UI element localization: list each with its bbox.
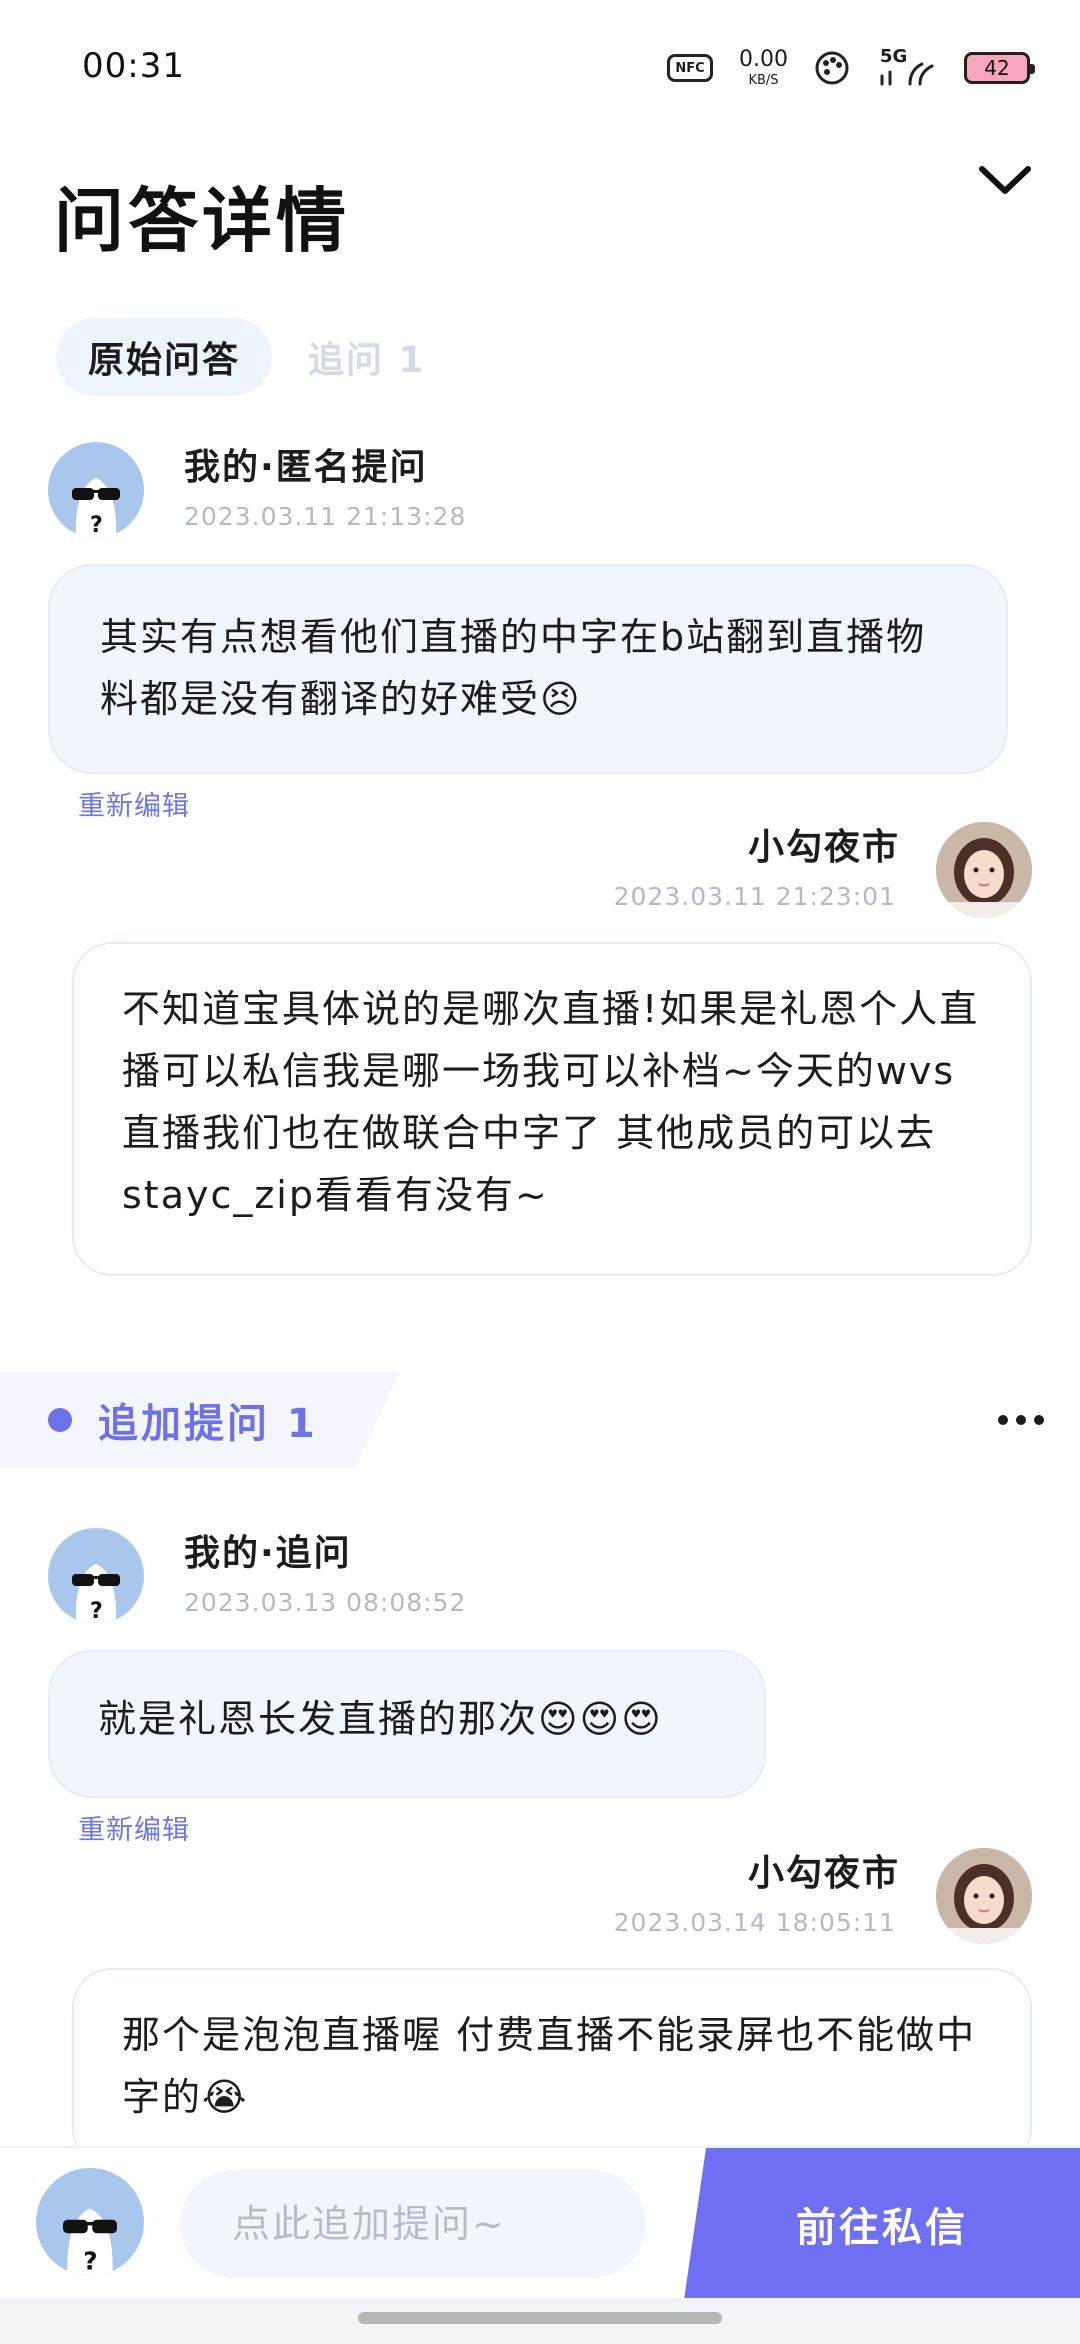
user-photo-icon bbox=[936, 822, 1032, 918]
more-dots-icon bbox=[1016, 1415, 1026, 1425]
my-avatar[interactable]: ? bbox=[36, 2168, 144, 2276]
followup-label: 追加提问 1 bbox=[98, 1401, 318, 1447]
question-time: 2023.03.11 21:13:28 bbox=[184, 502, 467, 531]
bottom-action-bar: ? 前往私信 bbox=[0, 2146, 1080, 2300]
private-message-button[interactable]: 前往私信 bbox=[684, 2148, 1080, 2300]
answerer-avatar[interactable] bbox=[936, 1848, 1032, 1944]
svg-text:?: ? bbox=[90, 1599, 103, 1624]
question-bubble: 就是礼恩长发直播的那次😍😍😍 bbox=[48, 1650, 766, 1798]
battery-level: 42 bbox=[984, 56, 1010, 80]
network-speed-value: 0.00 bbox=[739, 47, 788, 72]
chevron-down-icon bbox=[979, 166, 1031, 194]
battery-icon: 42 bbox=[964, 52, 1035, 84]
more-dots-icon bbox=[1034, 1415, 1044, 1425]
status-icons: NFC 0.00 KB/S 5G 42 bbox=[667, 44, 1035, 92]
followup-input[interactable] bbox=[180, 2170, 646, 2278]
svg-text:?: ? bbox=[83, 2246, 97, 2275]
home-indicator[interactable] bbox=[358, 2312, 722, 2324]
status-time: 00:31 bbox=[82, 46, 185, 86]
answerer-avatar[interactable] bbox=[936, 822, 1032, 918]
tab-followup-1[interactable]: 追问 1 bbox=[308, 331, 426, 383]
avatar[interactable]: ? bbox=[48, 1528, 144, 1624]
answer-bubble: 那个是泡泡直播喔 付费直播不能录屏也不能做中字的😭 bbox=[72, 1968, 1032, 2168]
asker-name: 我的·匿名提问 bbox=[184, 447, 428, 488]
tab-bar: 原始问答 追问 1 bbox=[56, 318, 426, 396]
reedit-link[interactable]: 重新编辑 bbox=[78, 1808, 190, 1847]
tab-original-qa[interactable]: 原始问答 bbox=[56, 318, 273, 396]
page-title: 问答详情 bbox=[54, 180, 350, 262]
asker-name: 我的·追问 bbox=[184, 1533, 352, 1574]
status-bar: 00:31 NFC 0.00 KB/S 5G 42 bbox=[0, 0, 1080, 130]
answerer-name: 小勾夜市 bbox=[747, 1853, 900, 1894]
answer-time: 2023.03.14 18:05:11 bbox=[613, 1908, 896, 1937]
anonymous-avatar-icon: ? bbox=[63, 2208, 117, 2276]
anonymous-avatar-icon: ? bbox=[72, 1564, 120, 1624]
followup-section-header: 追加提问 1 bbox=[0, 1372, 400, 1468]
nfc-icon: NFC bbox=[667, 54, 714, 82]
answer-bubble: 不知道宝具体说的是哪次直播!如果是礼恩个人直播可以私信我是哪一场我可以补档~今天… bbox=[72, 942, 1032, 1276]
palette-icon bbox=[815, 51, 849, 85]
more-button[interactable] bbox=[998, 1396, 1044, 1444]
answerer-name: 小勾夜市 bbox=[747, 827, 900, 868]
question-bubble: 其实有点想看他们直播的中字在b站翻到直播物料都是没有翻译的好难受😣 bbox=[48, 564, 1008, 774]
reedit-link[interactable]: 重新编辑 bbox=[78, 784, 190, 823]
dot-icon bbox=[48, 1408, 72, 1432]
anonymous-avatar-icon: ? bbox=[72, 478, 120, 538]
signal-icon: 5G bbox=[876, 46, 938, 88]
user-photo-icon bbox=[936, 1848, 1032, 1944]
network-speed: 0.00 KB/S bbox=[739, 47, 788, 88]
avatar[interactable]: ? bbox=[48, 442, 144, 538]
answer-time: 2023.03.11 21:23:01 bbox=[613, 882, 896, 911]
question-time: 2023.03.13 08:08:52 bbox=[184, 1588, 467, 1617]
network-speed-unit: KB/S bbox=[748, 73, 779, 88]
more-dots-icon bbox=[998, 1415, 1008, 1425]
collapse-button[interactable] bbox=[970, 150, 1040, 210]
svg-text:?: ? bbox=[90, 513, 103, 538]
